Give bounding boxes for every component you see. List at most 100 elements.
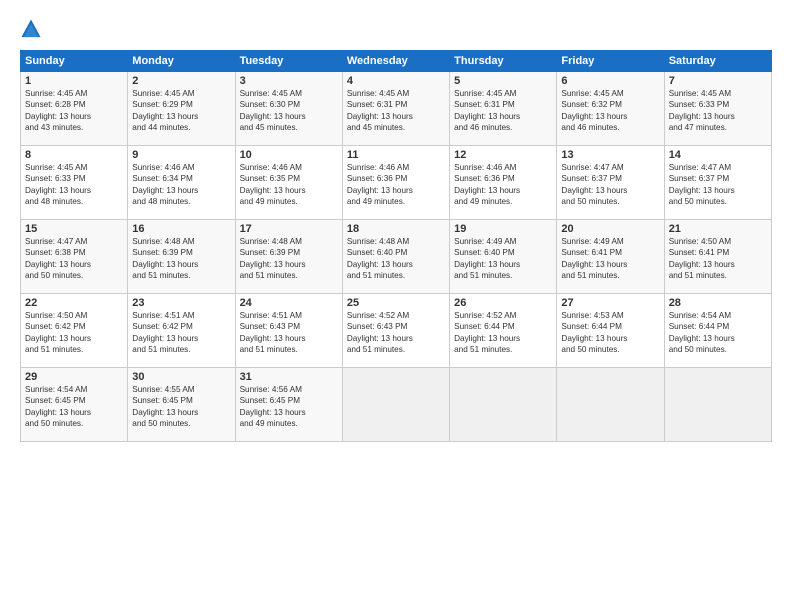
day-info: Sunrise: 4:45 AM Sunset: 6:32 PM Dayligh… xyxy=(561,88,659,134)
day-number: 23 xyxy=(132,297,230,309)
day-cell: 13Sunrise: 4:47 AM Sunset: 6:37 PM Dayli… xyxy=(557,146,664,220)
day-cell: 6Sunrise: 4:45 AM Sunset: 6:32 PM Daylig… xyxy=(557,72,664,146)
day-number: 4 xyxy=(347,75,445,87)
day-info: Sunrise: 4:50 AM Sunset: 6:42 PM Dayligh… xyxy=(25,310,123,356)
day-cell: 5Sunrise: 4:45 AM Sunset: 6:31 PM Daylig… xyxy=(450,72,557,146)
day-info: Sunrise: 4:48 AM Sunset: 6:39 PM Dayligh… xyxy=(240,236,338,282)
day-cell: 31Sunrise: 4:56 AM Sunset: 6:45 PM Dayli… xyxy=(235,368,342,442)
day-cell: 11Sunrise: 4:46 AM Sunset: 6:36 PM Dayli… xyxy=(342,146,449,220)
day-number: 2 xyxy=(132,75,230,87)
calendar-table: SundayMondayTuesdayWednesdayThursdayFrid… xyxy=(20,50,772,442)
day-cell: 17Sunrise: 4:48 AM Sunset: 6:39 PM Dayli… xyxy=(235,220,342,294)
day-number: 14 xyxy=(669,149,767,161)
day-info: Sunrise: 4:54 AM Sunset: 6:44 PM Dayligh… xyxy=(669,310,767,356)
day-cell: 9Sunrise: 4:46 AM Sunset: 6:34 PM Daylig… xyxy=(128,146,235,220)
day-cell: 24Sunrise: 4:51 AM Sunset: 6:43 PM Dayli… xyxy=(235,294,342,368)
day-cell: 2Sunrise: 4:45 AM Sunset: 6:29 PM Daylig… xyxy=(128,72,235,146)
calendar-header: SundayMondayTuesdayWednesdayThursdayFrid… xyxy=(21,51,772,72)
day-info: Sunrise: 4:45 AM Sunset: 6:31 PM Dayligh… xyxy=(347,88,445,134)
header xyxy=(20,18,772,40)
day-cell: 7Sunrise: 4:45 AM Sunset: 6:33 PM Daylig… xyxy=(664,72,771,146)
day-cell: 8Sunrise: 4:45 AM Sunset: 6:33 PM Daylig… xyxy=(21,146,128,220)
day-cell xyxy=(557,368,664,442)
day-number: 16 xyxy=(132,223,230,235)
week-row-5: 29Sunrise: 4:54 AM Sunset: 6:45 PM Dayli… xyxy=(21,368,772,442)
day-number: 24 xyxy=(240,297,338,309)
day-number: 19 xyxy=(454,223,552,235)
day-number: 6 xyxy=(561,75,659,87)
day-info: Sunrise: 4:45 AM Sunset: 6:33 PM Dayligh… xyxy=(25,162,123,208)
week-row-2: 8Sunrise: 4:45 AM Sunset: 6:33 PM Daylig… xyxy=(21,146,772,220)
header-cell-monday: Monday xyxy=(128,51,235,72)
day-cell: 12Sunrise: 4:46 AM Sunset: 6:36 PM Dayli… xyxy=(450,146,557,220)
day-info: Sunrise: 4:51 AM Sunset: 6:43 PM Dayligh… xyxy=(240,310,338,356)
day-info: Sunrise: 4:50 AM Sunset: 6:41 PM Dayligh… xyxy=(669,236,767,282)
day-number: 13 xyxy=(561,149,659,161)
day-cell: 26Sunrise: 4:52 AM Sunset: 6:44 PM Dayli… xyxy=(450,294,557,368)
day-number: 30 xyxy=(132,371,230,383)
day-number: 3 xyxy=(240,75,338,87)
day-info: Sunrise: 4:51 AM Sunset: 6:42 PM Dayligh… xyxy=(132,310,230,356)
header-cell-wednesday: Wednesday xyxy=(342,51,449,72)
day-info: Sunrise: 4:45 AM Sunset: 6:31 PM Dayligh… xyxy=(454,88,552,134)
day-info: Sunrise: 4:47 AM Sunset: 6:37 PM Dayligh… xyxy=(669,162,767,208)
page: SundayMondayTuesdayWednesdayThursdayFrid… xyxy=(0,0,792,612)
day-cell: 1Sunrise: 4:45 AM Sunset: 6:28 PM Daylig… xyxy=(21,72,128,146)
day-number: 9 xyxy=(132,149,230,161)
day-info: Sunrise: 4:52 AM Sunset: 6:43 PM Dayligh… xyxy=(347,310,445,356)
day-number: 5 xyxy=(454,75,552,87)
day-cell: 29Sunrise: 4:54 AM Sunset: 6:45 PM Dayli… xyxy=(21,368,128,442)
day-cell: 10Sunrise: 4:46 AM Sunset: 6:35 PM Dayli… xyxy=(235,146,342,220)
day-cell: 28Sunrise: 4:54 AM Sunset: 6:44 PM Dayli… xyxy=(664,294,771,368)
day-info: Sunrise: 4:48 AM Sunset: 6:40 PM Dayligh… xyxy=(347,236,445,282)
day-info: Sunrise: 4:45 AM Sunset: 6:28 PM Dayligh… xyxy=(25,88,123,134)
day-number: 18 xyxy=(347,223,445,235)
day-cell: 25Sunrise: 4:52 AM Sunset: 6:43 PM Dayli… xyxy=(342,294,449,368)
header-cell-tuesday: Tuesday xyxy=(235,51,342,72)
day-cell: 20Sunrise: 4:49 AM Sunset: 6:41 PM Dayli… xyxy=(557,220,664,294)
header-cell-saturday: Saturday xyxy=(664,51,771,72)
day-cell: 19Sunrise: 4:49 AM Sunset: 6:40 PM Dayli… xyxy=(450,220,557,294)
day-number: 7 xyxy=(669,75,767,87)
header-row: SundayMondayTuesdayWednesdayThursdayFrid… xyxy=(21,51,772,72)
header-cell-thursday: Thursday xyxy=(450,51,557,72)
day-number: 12 xyxy=(454,149,552,161)
day-info: Sunrise: 4:53 AM Sunset: 6:44 PM Dayligh… xyxy=(561,310,659,356)
day-cell: 21Sunrise: 4:50 AM Sunset: 6:41 PM Dayli… xyxy=(664,220,771,294)
day-info: Sunrise: 4:45 AM Sunset: 6:30 PM Dayligh… xyxy=(240,88,338,134)
day-info: Sunrise: 4:49 AM Sunset: 6:41 PM Dayligh… xyxy=(561,236,659,282)
day-cell: 3Sunrise: 4:45 AM Sunset: 6:30 PM Daylig… xyxy=(235,72,342,146)
day-number: 31 xyxy=(240,371,338,383)
day-info: Sunrise: 4:52 AM Sunset: 6:44 PM Dayligh… xyxy=(454,310,552,356)
day-number: 11 xyxy=(347,149,445,161)
day-info: Sunrise: 4:49 AM Sunset: 6:40 PM Dayligh… xyxy=(454,236,552,282)
day-info: Sunrise: 4:48 AM Sunset: 6:39 PM Dayligh… xyxy=(132,236,230,282)
day-cell: 4Sunrise: 4:45 AM Sunset: 6:31 PM Daylig… xyxy=(342,72,449,146)
day-cell xyxy=(342,368,449,442)
day-cell: 15Sunrise: 4:47 AM Sunset: 6:38 PM Dayli… xyxy=(21,220,128,294)
day-number: 27 xyxy=(561,297,659,309)
day-cell: 22Sunrise: 4:50 AM Sunset: 6:42 PM Dayli… xyxy=(21,294,128,368)
day-cell xyxy=(450,368,557,442)
day-info: Sunrise: 4:56 AM Sunset: 6:45 PM Dayligh… xyxy=(240,384,338,430)
week-row-4: 22Sunrise: 4:50 AM Sunset: 6:42 PM Dayli… xyxy=(21,294,772,368)
day-info: Sunrise: 4:46 AM Sunset: 6:34 PM Dayligh… xyxy=(132,162,230,208)
day-info: Sunrise: 4:55 AM Sunset: 6:45 PM Dayligh… xyxy=(132,384,230,430)
day-cell: 30Sunrise: 4:55 AM Sunset: 6:45 PM Dayli… xyxy=(128,368,235,442)
day-info: Sunrise: 4:45 AM Sunset: 6:29 PM Dayligh… xyxy=(132,88,230,134)
day-number: 29 xyxy=(25,371,123,383)
day-number: 25 xyxy=(347,297,445,309)
day-info: Sunrise: 4:45 AM Sunset: 6:33 PM Dayligh… xyxy=(669,88,767,134)
day-info: Sunrise: 4:47 AM Sunset: 6:37 PM Dayligh… xyxy=(561,162,659,208)
week-row-3: 15Sunrise: 4:47 AM Sunset: 6:38 PM Dayli… xyxy=(21,220,772,294)
day-number: 21 xyxy=(669,223,767,235)
calendar-body: 1Sunrise: 4:45 AM Sunset: 6:28 PM Daylig… xyxy=(21,72,772,442)
header-cell-sunday: Sunday xyxy=(21,51,128,72)
day-info: Sunrise: 4:46 AM Sunset: 6:35 PM Dayligh… xyxy=(240,162,338,208)
logo xyxy=(20,18,44,40)
day-number: 15 xyxy=(25,223,123,235)
day-info: Sunrise: 4:46 AM Sunset: 6:36 PM Dayligh… xyxy=(347,162,445,208)
day-info: Sunrise: 4:54 AM Sunset: 6:45 PM Dayligh… xyxy=(25,384,123,430)
day-number: 20 xyxy=(561,223,659,235)
day-cell: 16Sunrise: 4:48 AM Sunset: 6:39 PM Dayli… xyxy=(128,220,235,294)
